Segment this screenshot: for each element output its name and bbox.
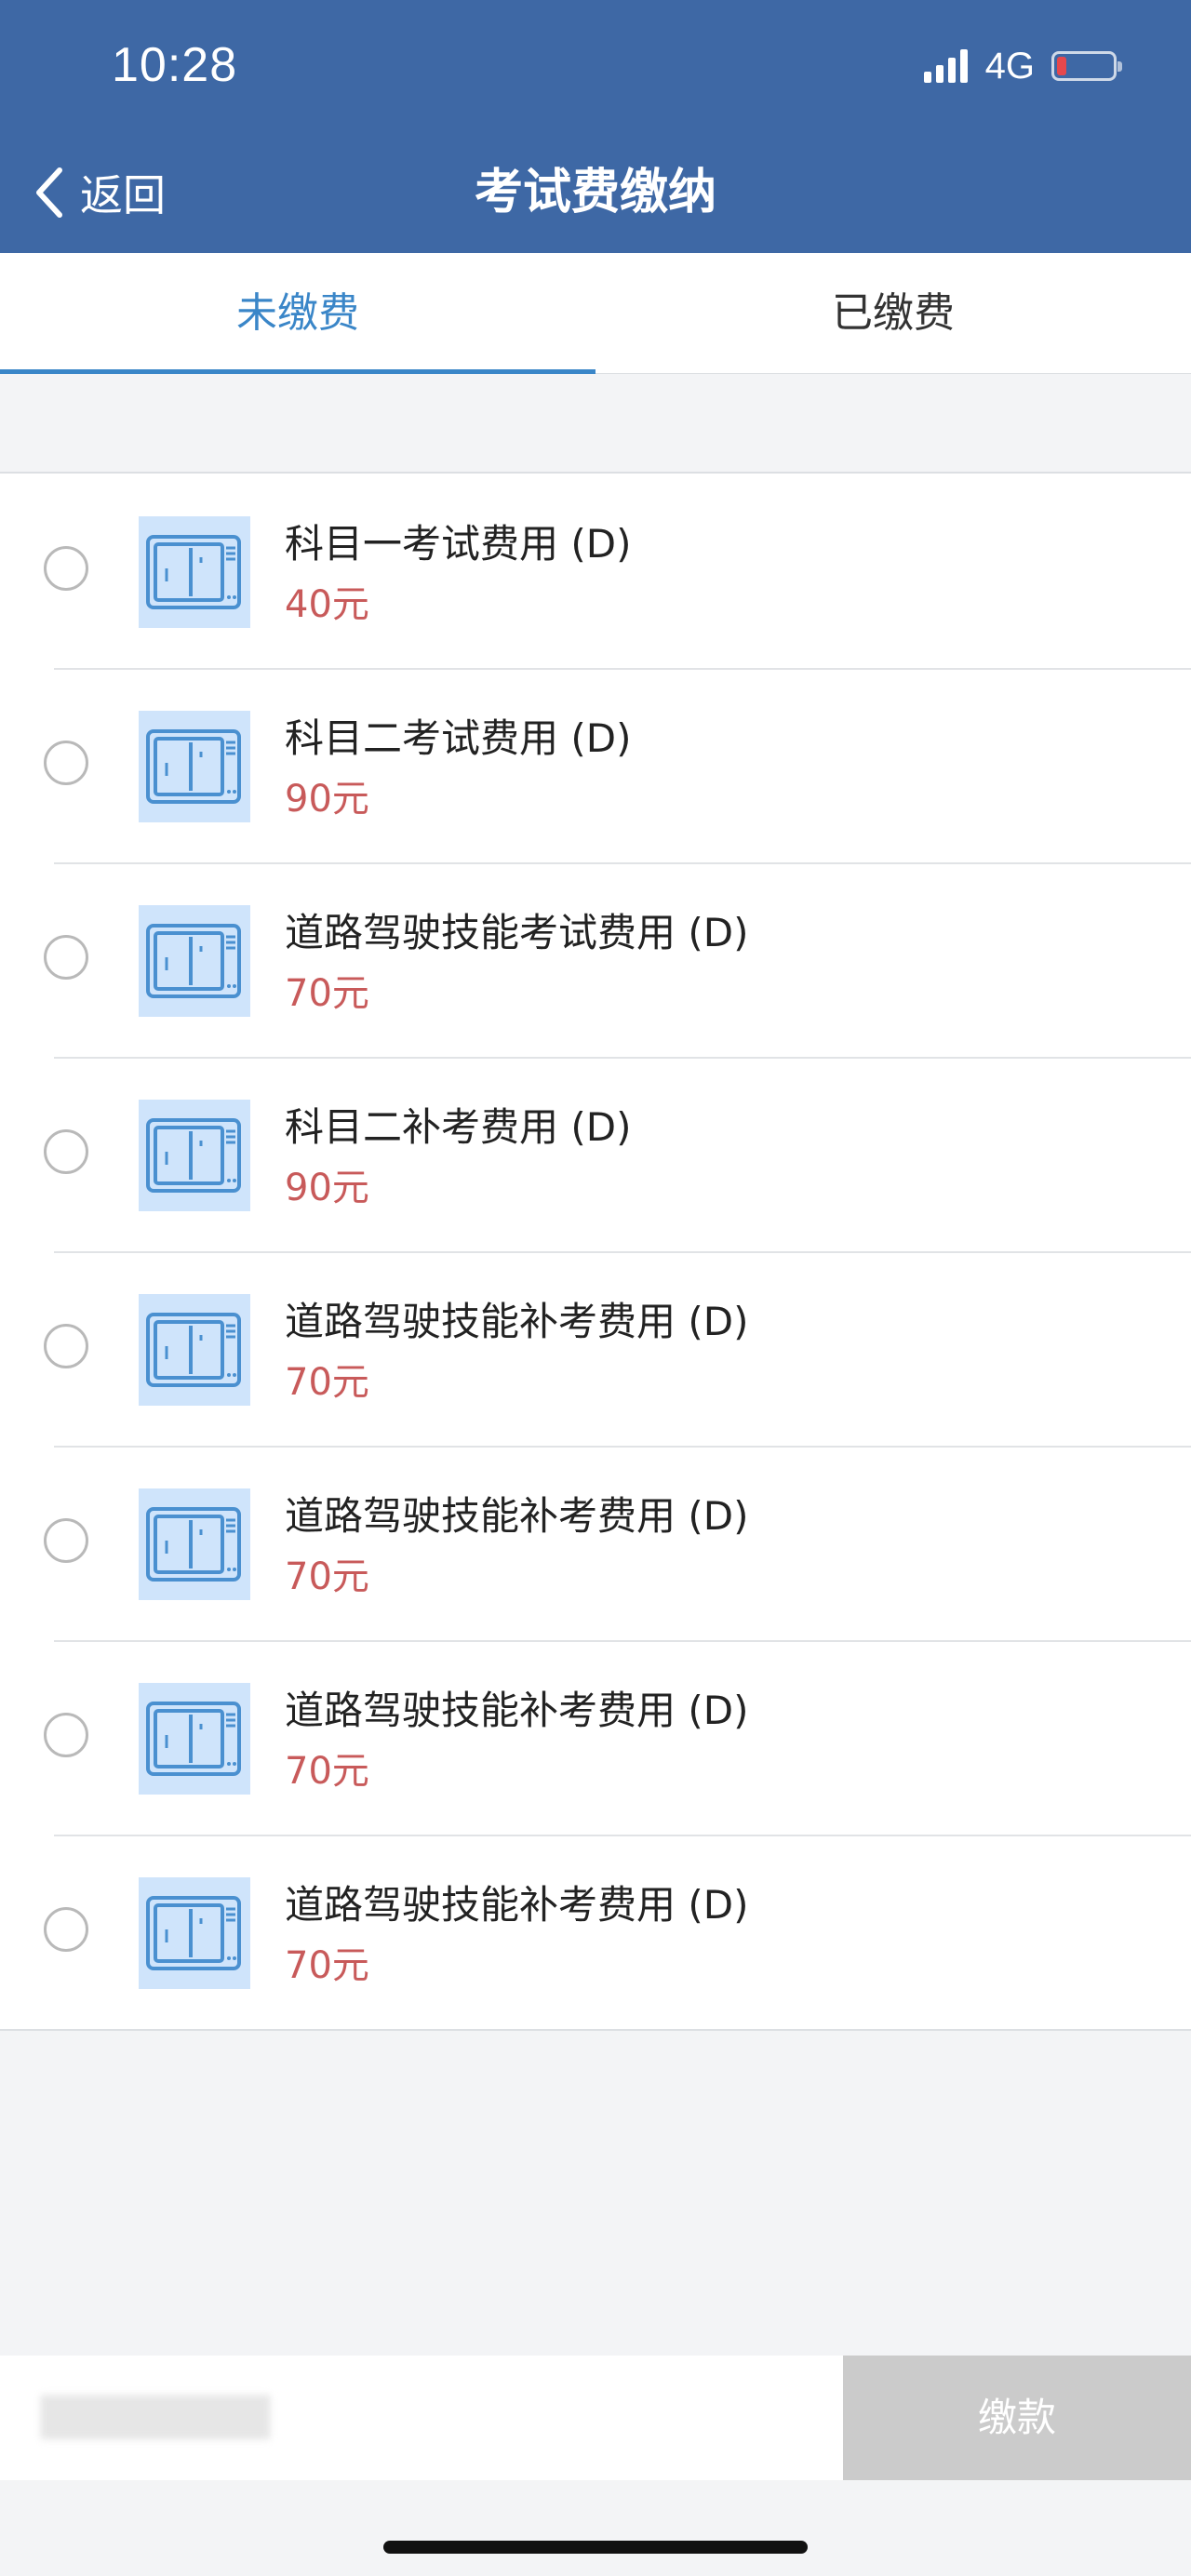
- fee-item[interactable]: 科目一考试费用 (D) 40元: [0, 474, 1191, 668]
- select-radio[interactable]: [44, 1518, 88, 1563]
- select-radio[interactable]: [44, 741, 88, 785]
- select-radio[interactable]: [44, 1129, 88, 1174]
- fee-price: 90元: [285, 1167, 369, 1209]
- select-radio[interactable]: [44, 935, 88, 980]
- status-indicators: 4G: [923, 43, 1122, 89]
- select-radio[interactable]: [44, 1907, 88, 1952]
- exam-card-icon: [139, 1100, 250, 1211]
- exam-card-icon: [139, 905, 250, 1017]
- fee-title: 科目一考试费用 (D): [285, 521, 632, 567]
- fee-price: 70元: [285, 972, 369, 1015]
- fee-item[interactable]: 道路驾驶技能补考费用 (D) 70元: [0, 1446, 1191, 1640]
- fee-price: 90元: [285, 778, 369, 821]
- fee-price: 70元: [285, 1555, 369, 1598]
- network-type: 4G: [984, 45, 1035, 87]
- total-amount-obscured: ████████: [41, 2396, 271, 2439]
- exam-card-icon: [139, 711, 250, 822]
- fee-title: 道路驾驶技能补考费用 (D): [285, 1882, 749, 1928]
- battery-icon: [1051, 51, 1122, 81]
- fee-price: 70元: [285, 1944, 369, 1987]
- exam-card-icon: [139, 1683, 250, 1795]
- fee-item[interactable]: 科目二补考费用 (D) 90元: [0, 1057, 1191, 1251]
- select-radio[interactable]: [44, 546, 88, 591]
- home-indicator[interactable]: [383, 2541, 808, 2554]
- fee-title: 道路驾驶技能补考费用 (D): [285, 1299, 749, 1344]
- fee-price: 40元: [285, 583, 369, 626]
- select-radio[interactable]: [44, 1324, 88, 1368]
- fee-item[interactable]: 道路驾驶技能考试费用 (D) 70元: [0, 862, 1191, 1057]
- fee-price: 70元: [285, 1750, 369, 1793]
- exam-card-icon: [139, 516, 250, 628]
- exam-card-icon: [139, 1877, 250, 1989]
- fee-item[interactable]: 道路驾驶技能补考费用 (D) 70元: [0, 1251, 1191, 1446]
- fee-list: 科目一考试费用 (D) 40元 科目二考试费用 (D) 90元 道路驾驶技能考试…: [0, 472, 1191, 2031]
- exam-card-icon: [139, 1488, 250, 1600]
- fee-title: 科目二补考费用 (D): [285, 1104, 632, 1150]
- fee-title: 道路驾驶技能考试费用 (D): [285, 910, 749, 955]
- select-radio[interactable]: [44, 1713, 88, 1757]
- exam-card-icon: [139, 1294, 250, 1406]
- pay-button[interactable]: 缴款: [843, 2356, 1191, 2480]
- checkout-bar: ████████ 缴款: [0, 2356, 1191, 2480]
- fee-item[interactable]: 科目二考试费用 (D) 90元: [0, 668, 1191, 862]
- page-title: 考试费缴纳: [474, 165, 716, 220]
- tab-paid[interactable]: 已缴费: [596, 253, 1191, 374]
- tab-unpaid[interactable]: 未缴费: [0, 253, 596, 374]
- tab-bar: 未缴费 已缴费: [0, 253, 1191, 374]
- fee-title: 道路驾驶技能补考费用 (D): [285, 1688, 749, 1733]
- fee-item[interactable]: 道路驾驶技能补考费用 (D) 70元: [0, 1835, 1191, 2029]
- fee-title: 道路驾驶技能补考费用 (D): [285, 1493, 749, 1539]
- signal-icon: [923, 49, 972, 83]
- active-tab-indicator: [0, 369, 596, 374]
- fee-item[interactable]: 道路驾驶技能补考费用 (D) 70元: [0, 1640, 1191, 1835]
- fee-title: 科目二考试费用 (D): [285, 715, 632, 761]
- fee-price: 70元: [285, 1361, 369, 1404]
- status-time: 10:28: [112, 38, 238, 92]
- navigation-bar: 10:28 4G 返回 考试费缴纳: [0, 0, 1191, 253]
